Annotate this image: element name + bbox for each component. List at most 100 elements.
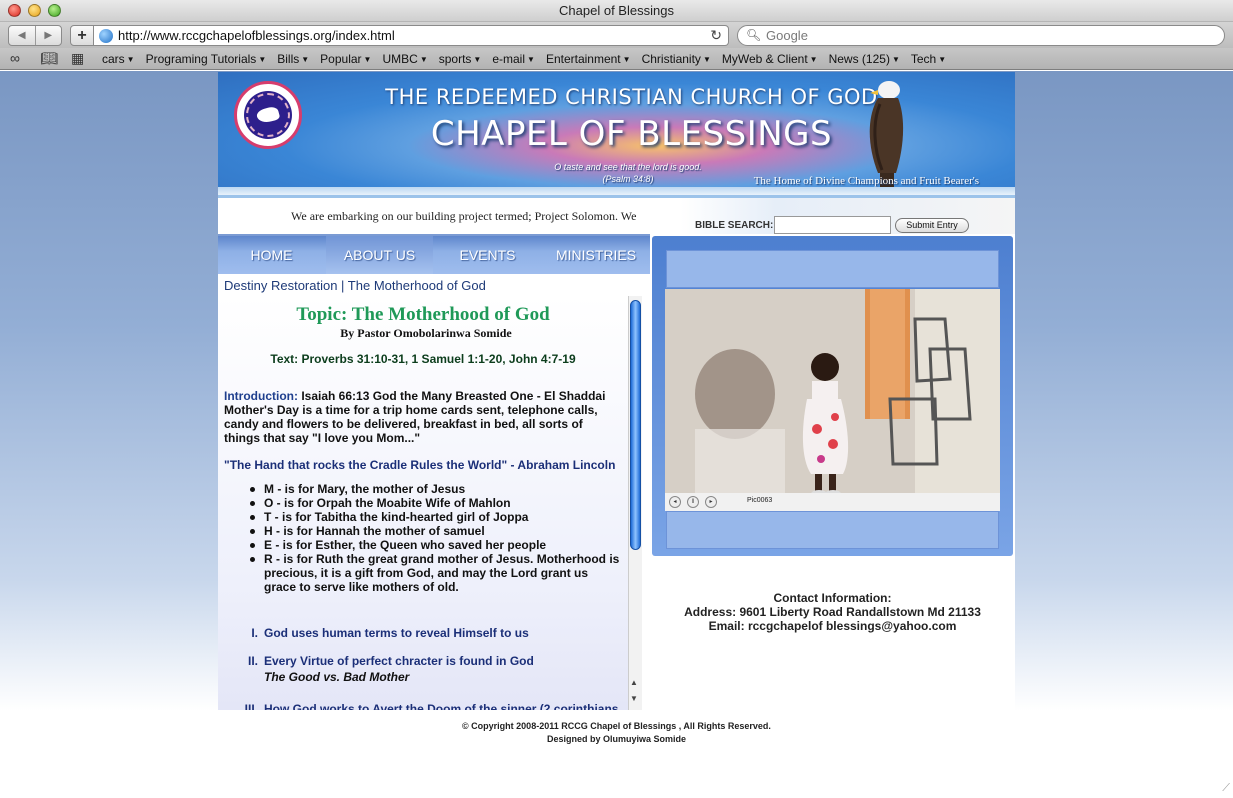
add-bookmark-button[interactable]: + [70, 25, 94, 46]
bookmark-item[interactable]: Entertainment ▼ [546, 52, 631, 66]
bookmark-label: UMBC [382, 52, 418, 66]
list-item: O - is for Orpah the Moabite Wife of Mah… [248, 496, 622, 510]
chevron-down-icon: ▼ [702, 55, 711, 64]
bookmark-label: Programing Tutorials [145, 52, 257, 66]
list-item: E - is for Esther, the Queen who saved h… [248, 538, 622, 552]
nav-about-us[interactable]: ABOUT US [326, 236, 433, 274]
scroll-up-arrow-icon[interactable]: ▲ [630, 678, 638, 687]
contact-heading: Contact Information: [773, 591, 892, 605]
previous-photo-icon[interactable]: ◂ [669, 496, 681, 508]
sermon-scripture: Text: Proverbs 31:10-31, 1 Samuel 1:1-20… [270, 352, 576, 366]
list-item: R - is for Ruth the great grand mother o… [248, 552, 622, 594]
main-nav: HOME ABOUT US EVENTS MINISTRIES [218, 234, 650, 274]
photo-image [665, 289, 1000, 511]
sermon-quote: "The Hand that rocks the Cradle Rules th… [224, 458, 616, 472]
breadcrumb: Destiny Restoration | The Motherhood of … [224, 278, 486, 293]
article-scrollbar[interactable]: ▲ ▼ [628, 296, 642, 710]
bookmark-item[interactable]: Tech ▼ [911, 52, 946, 66]
bookmark-item[interactable]: Programing Tutorials ▼ [146, 52, 267, 66]
nav-ministries[interactable]: MINISTRIES [542, 236, 650, 274]
copyright-text: © Copyright 2008-2011 RCCG Chapel of Ble… [462, 721, 771, 731]
list-item: H - is for Hannah the mother of samuel [248, 524, 622, 538]
chevron-down-icon: ▼ [891, 55, 900, 64]
gallery-photo[interactable]: ◂ ‖ ▸ Pic0063 [665, 289, 1000, 511]
bookmark-label: News (125) [828, 52, 890, 66]
nav-home[interactable]: HOME [218, 236, 325, 274]
list-item: T - is for Tabitha the kind-hearted girl… [248, 510, 622, 524]
bookmark-item[interactable]: sports ▼ [439, 52, 482, 66]
bookmark-item[interactable]: e-mail ▼ [492, 52, 535, 66]
bookmark-label: MyWeb & Client [721, 52, 808, 66]
chevron-down-icon: ▼ [258, 55, 267, 64]
bookmark-item[interactable]: UMBC ▼ [382, 52, 427, 66]
gallery-bottom-panel [666, 511, 999, 549]
forward-arrow-icon[interactable]: ▶ [36, 26, 62, 45]
reading-list-icon[interactable]: ∞ [10, 50, 20, 66]
back-arrow-icon[interactable]: ◀ [9, 26, 36, 45]
window-resize-grip-icon[interactable]: ⟋ [1222, 782, 1230, 795]
chevron-down-icon: ▼ [363, 55, 372, 64]
address-bar[interactable]: http://www.rccgchapelofblessings.org/ind… [94, 25, 729, 46]
bookmark-item[interactable]: cars ▼ [102, 52, 135, 66]
chevron-down-icon: ▼ [473, 55, 482, 64]
next-photo-icon[interactable]: ▸ [705, 496, 717, 508]
search-field[interactable]: 🔍︎ Google [737, 25, 1225, 46]
bookmark-item[interactable]: Bills ▼ [277, 52, 309, 66]
pause-icon[interactable]: ‖ [687, 496, 699, 508]
url-text[interactable]: http://www.rccgchapelofblessings.org/ind… [118, 28, 395, 43]
photo-gallery: ◂ ‖ ▸ Pic0063 [652, 236, 1013, 556]
scroll-down-arrow-icon[interactable]: ▼ [630, 694, 638, 703]
browser-toolbar: ◀ ▶ + http://www.rccgchapelofblessings.o… [0, 22, 1233, 48]
contact-address: Address: 9601 Liberty Road Randallstown … [684, 605, 981, 619]
bookmark-item[interactable]: MyWeb & Client ▼ [722, 52, 818, 66]
bible-search-input[interactable] [774, 216, 891, 234]
bible-search-label: BIBLE SEARCH: [695, 220, 774, 231]
close-window-button[interactable] [8, 4, 21, 17]
eagle-image [869, 81, 904, 187]
nav-events[interactable]: EVENTS [434, 236, 541, 274]
globe-icon [99, 29, 113, 43]
sermon-point: III. How God works to Avert the Doom of t… [244, 702, 619, 710]
top-sites-grid-icon[interactable]: ▦ [71, 50, 84, 67]
bookmark-item[interactable]: News (125) ▼ [829, 52, 900, 66]
sermon-point: II. Every Virtue of perfect chracter is f… [247, 654, 534, 668]
content-column: HOME ABOUT US EVENTS MINISTRIES Destiny … [218, 234, 650, 710]
chevron-down-icon: ▼ [301, 55, 310, 64]
submit-entry-button[interactable]: Submit Entry [895, 218, 969, 233]
verse-reference: (Psalm 34:8) [602, 174, 654, 184]
announcement-bar: We are embarking on our building project… [218, 198, 1015, 234]
bookmark-label: Tech [910, 52, 937, 66]
bookmarks-book-icon[interactable]: 📖︎ [40, 50, 58, 67]
banner-tagline: The Home of Divine Champions and Fruit B… [753, 175, 979, 187]
window-title: Chapel of Blessings [559, 3, 674, 18]
search-placeholder: Google [766, 28, 808, 43]
contact-info: Contact Information: Address: 9601 Liber… [650, 591, 1015, 633]
sermon-topic: Topic: The Motherhood of God [296, 304, 550, 325]
sermon-introduction: Introduction: Isaiah 66:13 God the Many … [224, 389, 622, 445]
reload-icon[interactable]: ↻ [710, 27, 722, 44]
chevron-down-icon: ▼ [622, 55, 631, 64]
bookmark-item[interactable]: Popular ▼ [320, 52, 371, 66]
designer-credit: Designed by Olumuyiwa Somide [546, 734, 687, 744]
minimize-window-button[interactable] [28, 4, 41, 17]
site-banner: THE REDEEMED CHRISTIAN CHURCH OF GOD CHA… [218, 72, 1015, 198]
photo-caption: Pic0063 [747, 497, 773, 504]
banner-verse: O taste and see that the lord is good. (… [548, 161, 708, 185]
sermon-subheading: The Good vs. Bad Mother [264, 670, 410, 684]
window-titlebar: Chapel of Blessings [0, 0, 1233, 22]
sermon-author: By Pastor Omobolarinwa Somide [340, 326, 512, 340]
bookmark-label: Bills [277, 52, 300, 66]
history-buttons: ◀ ▶ [8, 25, 62, 46]
intro-label: Introduction: [224, 389, 298, 403]
zoom-window-button[interactable] [48, 4, 61, 17]
bookmark-label: Christianity [641, 52, 701, 66]
mother-acrostic-list: M - is for Mary, the mother of Jesus O -… [248, 482, 622, 594]
bookmarks-bar: ∞ 📖︎ ▦ cars ▼ Programing Tutorials ▼ Bills ▼ P… [0, 48, 1233, 70]
contact-email[interactable]: Email: rccgchapelof blessings@yahoo.com [650, 619, 1015, 633]
search-icon: 🔍︎ [746, 28, 762, 42]
chevron-down-icon: ▼ [126, 55, 135, 64]
list-item: M - is for Mary, the mother of Jesus [248, 482, 622, 496]
sermon-article: Topic: The Motherhood of God By Pastor O… [218, 296, 628, 710]
scrollbar-thumb[interactable] [630, 300, 641, 550]
bookmark-item[interactable]: Christianity ▼ [642, 52, 711, 66]
